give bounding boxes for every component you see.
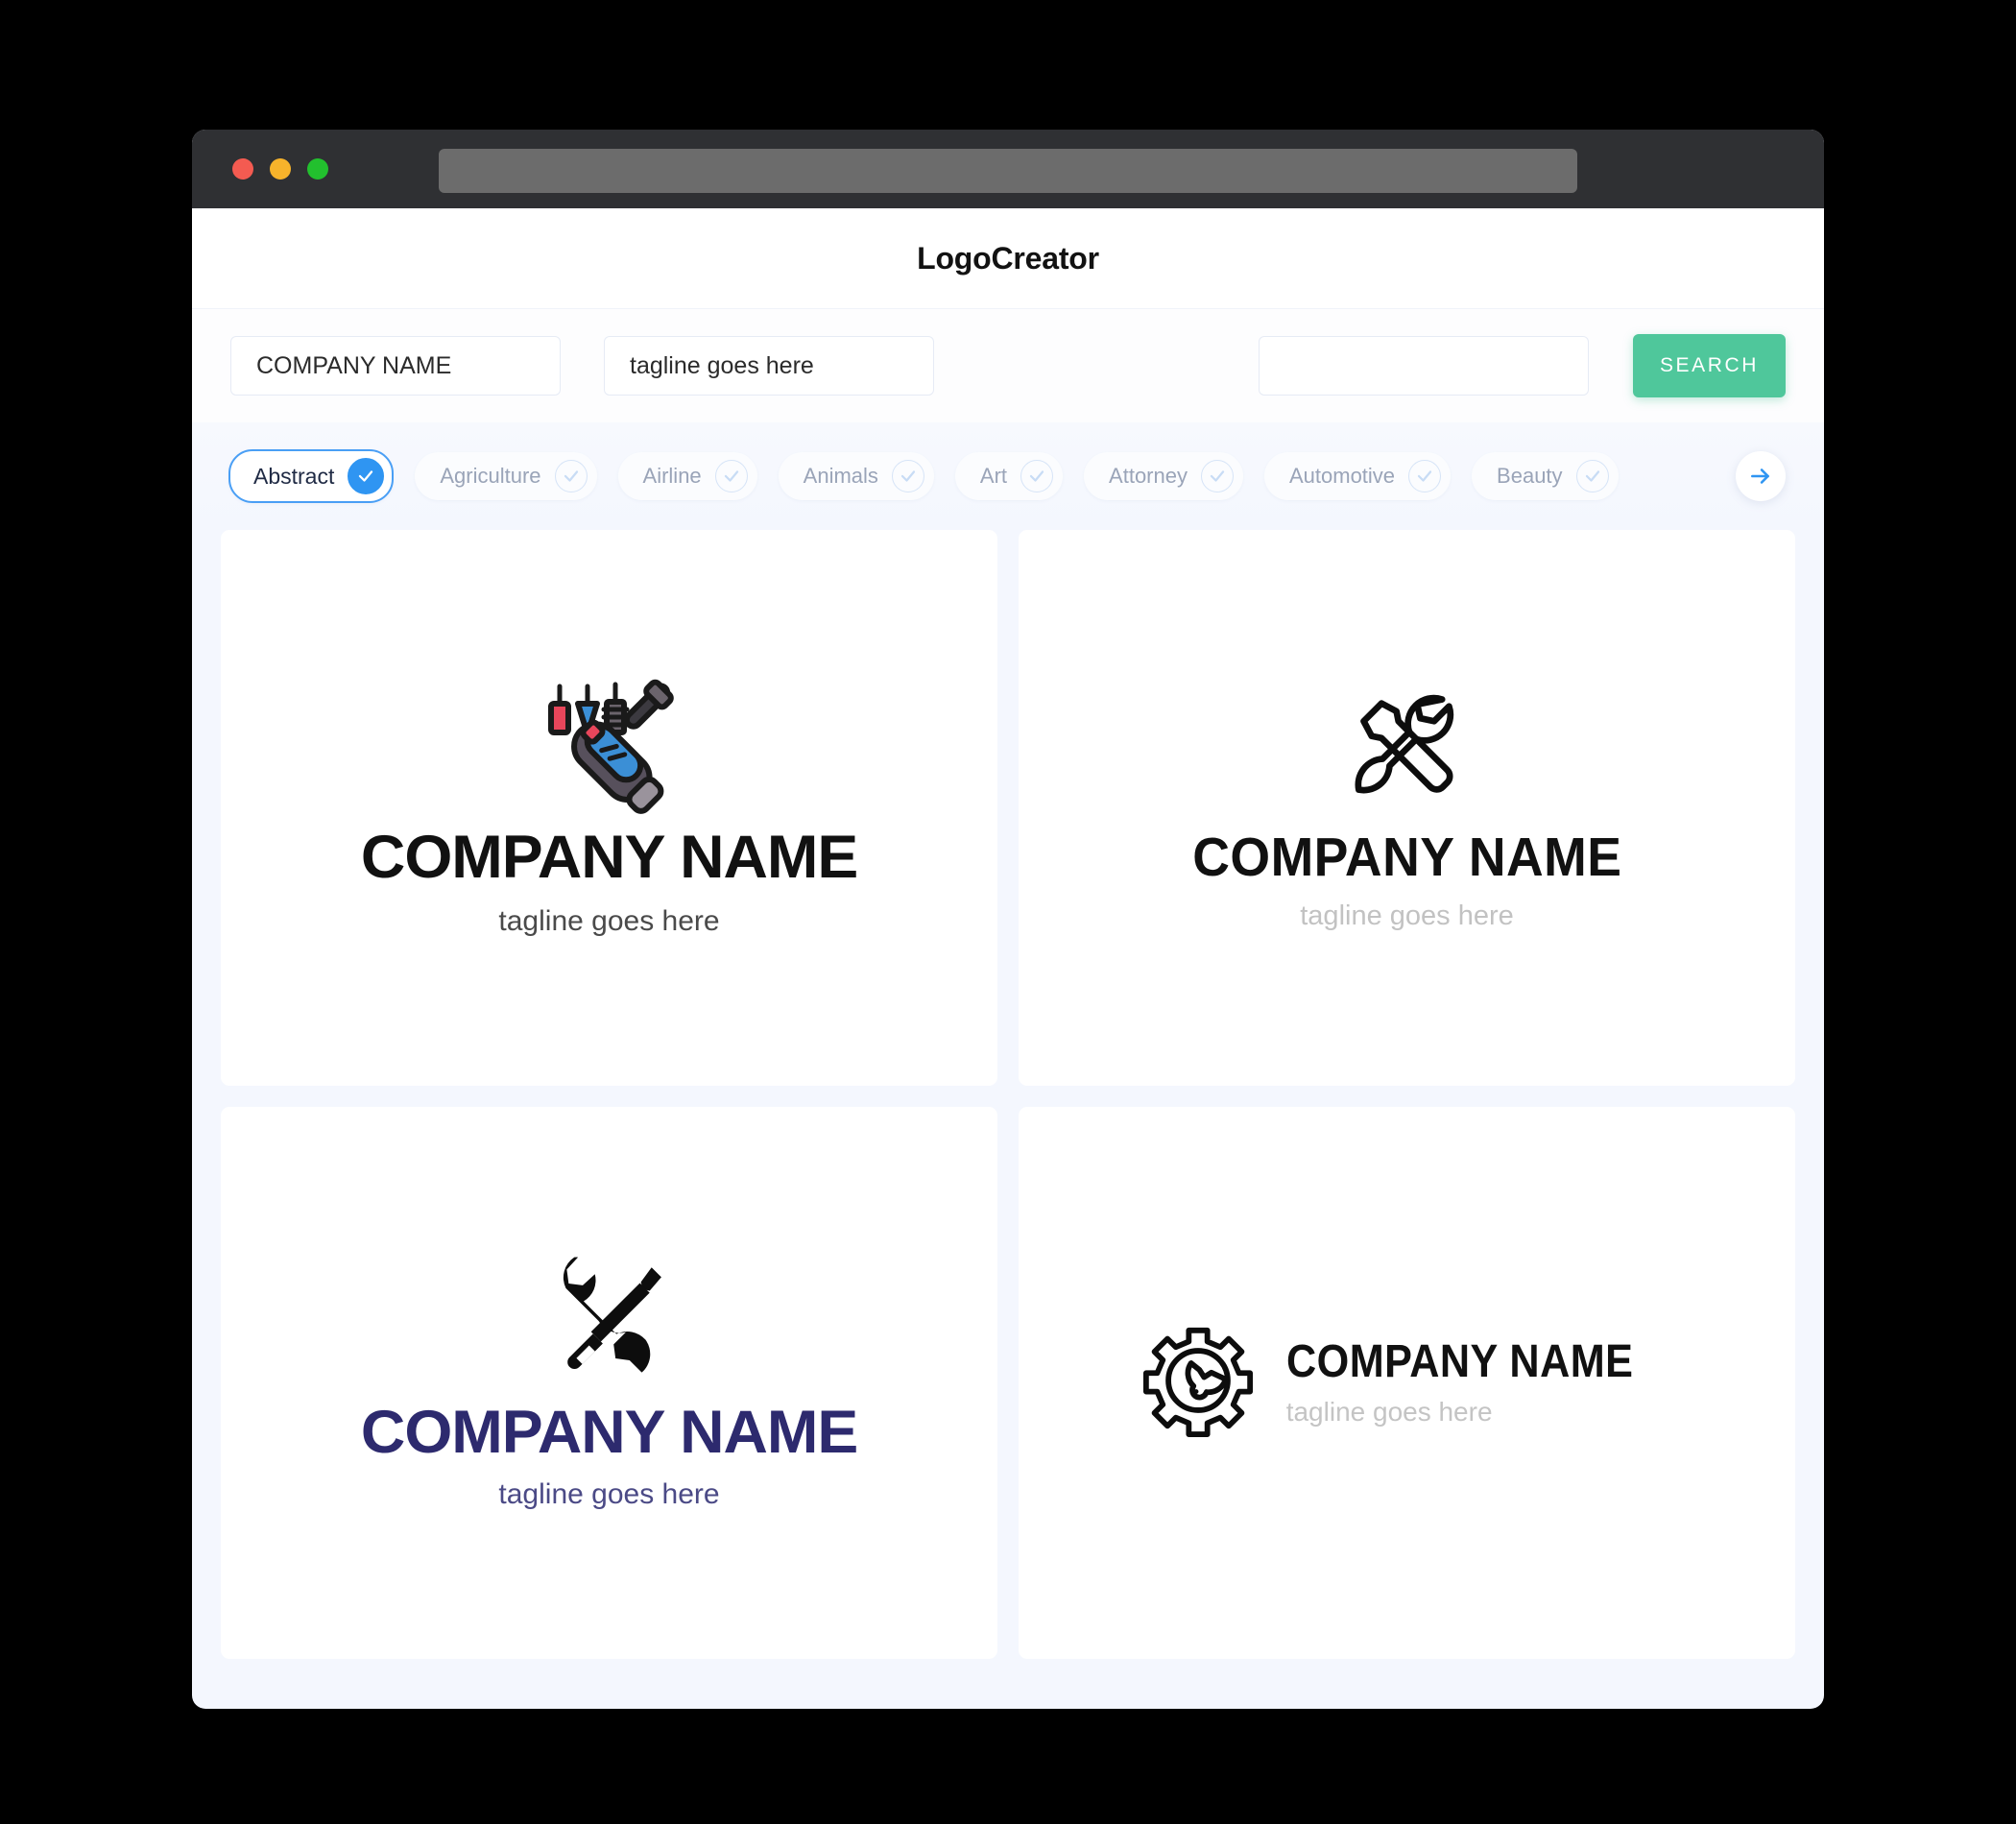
category-chip-label: Art xyxy=(979,464,1008,488)
check-circle-icon[interactable] xyxy=(714,460,748,492)
search-button[interactable]: SEARCH xyxy=(1633,334,1786,397)
logo-company-name: COMPANY NAME xyxy=(1191,827,1622,888)
category-chip-animals[interactable]: Animals xyxy=(778,452,934,500)
logo-tagline: tagline goes here xyxy=(1285,1396,1493,1427)
category-chip-label: Automotive xyxy=(1288,464,1396,488)
wrench-screwdriver-solid-icon xyxy=(549,1256,668,1378)
company-name-input[interactable] xyxy=(230,336,561,396)
category-chip-attorney[interactable]: Attorney xyxy=(1084,452,1243,500)
category-chip-agriculture[interactable]: Agriculture xyxy=(415,452,597,500)
logo-card[interactable]: COMPANY NAME tagline goes here xyxy=(1019,1107,1795,1659)
category-chip-airline[interactable]: Airline xyxy=(617,452,757,500)
category-filter-bar: Abstract Agriculture Airline Animals Art Atto… xyxy=(192,422,1824,530)
keyword-input[interactable] xyxy=(1259,336,1589,396)
logo-text-block: COMPANY NAME tagline goes here xyxy=(1285,1335,1672,1428)
category-chip-label: Abstract xyxy=(253,463,335,489)
check-circle-icon[interactable] xyxy=(348,458,385,494)
traffic-light-group xyxy=(232,158,328,180)
arrow-right-icon[interactable] xyxy=(1736,451,1786,501)
logo-preview: COMPANY NAME tagline goes here xyxy=(361,679,858,938)
logo-tagline: tagline goes here xyxy=(1300,900,1514,931)
check-circle-icon[interactable] xyxy=(554,460,588,492)
logo-card[interactable]: COMPANY NAME tagline goes here xyxy=(1019,530,1795,1086)
browser-window: LogoCreator SEARCH Abstract Agriculture Ai… xyxy=(192,130,1824,1709)
check-circle-icon[interactable] xyxy=(1020,460,1054,492)
logo-tagline: tagline goes here xyxy=(498,904,720,937)
category-chip-label: Airline xyxy=(642,464,702,488)
category-chip-label: Attorney xyxy=(1109,464,1188,488)
category-chip-beauty[interactable]: Beauty xyxy=(1472,452,1619,500)
logo-company-name: COMPANY NAME xyxy=(360,1398,858,1466)
logo-company-name: COMPANY NAME xyxy=(360,823,858,891)
logo-tagline: tagline goes here xyxy=(498,1477,720,1510)
address-bar[interactable] xyxy=(439,149,1577,193)
minimize-window-button[interactable] xyxy=(270,158,291,180)
logo-preview: COMPANY NAME tagline goes here xyxy=(1179,684,1636,932)
check-circle-icon[interactable] xyxy=(1575,460,1609,492)
logo-preview: COMPANY NAME tagline goes here xyxy=(1142,1325,1672,1441)
check-circle-icon[interactable] xyxy=(1200,460,1234,492)
tagline-input[interactable] xyxy=(604,336,934,396)
maximize-window-button[interactable] xyxy=(307,158,328,180)
logo-company-name: COMPANY NAME xyxy=(1285,1335,1634,1387)
app-header: LogoCreator xyxy=(192,208,1824,308)
category-chip-label: Animals xyxy=(803,464,878,488)
category-chip-label: Beauty xyxy=(1497,464,1563,488)
rotary-screwdriver-icon xyxy=(541,679,676,814)
category-chip-art[interactable]: Art xyxy=(954,452,1064,500)
app-title: LogoCreator xyxy=(917,240,1099,276)
category-chip-abstract[interactable]: Abstract xyxy=(228,449,395,503)
logo-card[interactable]: COMPANY NAME tagline goes here xyxy=(221,1107,997,1659)
category-chip-label: Agriculture xyxy=(440,464,541,488)
window-titlebar xyxy=(192,130,1824,208)
logo-preview: COMPANY NAME tagline goes here xyxy=(361,1256,858,1511)
check-circle-icon[interactable] xyxy=(891,460,924,492)
gear-wrench-outline-icon xyxy=(1142,1325,1254,1441)
logo-results-grid: COMPANY NAME tagline goes here COMPANY N… xyxy=(192,530,1824,1709)
wrench-screwdriver-outline-icon xyxy=(1348,684,1467,807)
close-window-button[interactable] xyxy=(232,158,253,180)
logo-card[interactable]: COMPANY NAME tagline goes here xyxy=(221,530,997,1086)
search-toolbar: SEARCH xyxy=(192,308,1824,422)
category-chip-automotive[interactable]: Automotive xyxy=(1263,452,1452,500)
check-circle-icon[interactable] xyxy=(1408,460,1442,492)
